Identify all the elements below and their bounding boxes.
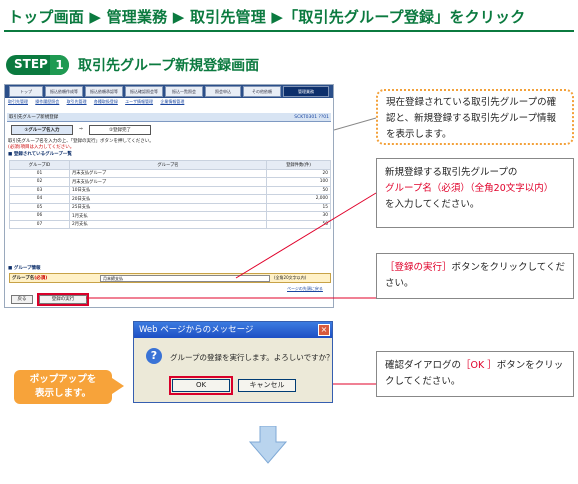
callout-overview: 現在登録されている取引先グループの確認と、新規登録する取引先グループ情報を表示し… <box>376 89 574 145</box>
cancel-button[interactable]: キャンセル <box>238 379 296 392</box>
callout-highlight: ［登録の実行］ <box>385 262 452 273</box>
dialog-message: グループの登録を実行します。よろしいですか？ <box>170 353 334 362</box>
callout-text: を入力してください。 <box>385 199 480 210</box>
callout-group-name: 新規登録する取引先グループの グループ名（必須）（全角20文字以内） を入力して… <box>376 158 574 228</box>
ok-button[interactable]: OK <box>169 376 233 395</box>
connector-name-line <box>235 192 377 279</box>
callout-ok: 確認ダイアログの［OK ］ボタンをクリックしてください。 <box>376 351 574 397</box>
connector-top-line <box>333 117 377 131</box>
callout-text: 新規登録する取引先グループの <box>385 167 518 178</box>
popup-note-line: 表示します。 <box>34 388 92 399</box>
connector-lines <box>86 117 377 385</box>
callout-execute: ［登録の実行］ボタンをクリックしてください。 <box>376 253 574 299</box>
dialog-title: Web ページからのメッセージ <box>134 322 332 338</box>
close-icon[interactable]: × <box>318 324 330 336</box>
callout-text: 確認ダイアログの <box>385 360 462 371</box>
down-arrow-icon <box>249 426 287 464</box>
callout-highlight: グループ名（必須）（全角20文字以内） <box>385 183 554 194</box>
popup-note-line: ポップアップを <box>29 374 97 385</box>
popup-note: ポップアップを 表示します。 <box>14 370 112 404</box>
popup-arrow-icon <box>112 378 124 394</box>
question-icon: ? <box>146 348 162 364</box>
callout-highlight: ［OK ］ <box>461 360 497 371</box>
confirm-dialog: Web ページからのメッセージ × ? グループの登録を実行します。よろしいです… <box>133 321 334 403</box>
